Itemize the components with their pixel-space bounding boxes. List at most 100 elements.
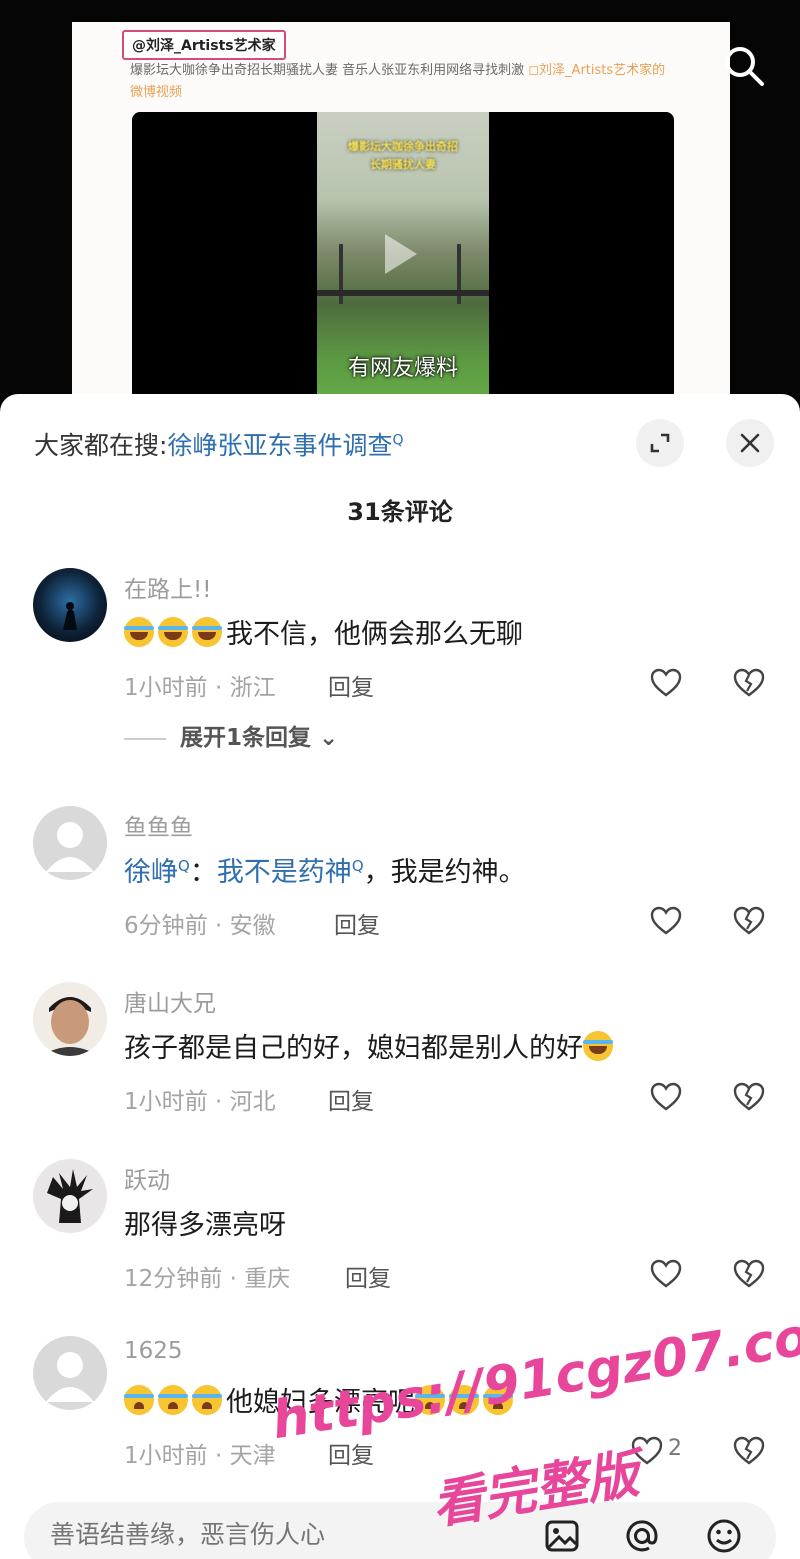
comment-text: 徐峥Q：我不是药神Q，我是约神。 — [124, 850, 526, 889]
search-icon — [725, 47, 764, 86]
comment-body: 我不信，他俩会那么无聊 — [226, 619, 523, 650]
reply-button[interactable]: 回复 — [334, 906, 380, 940]
crying-emoji — [449, 1385, 479, 1415]
heart-icon — [650, 906, 682, 935]
comment-text: 孩子都是自己的好，媳妇都是别人的好 — [124, 1026, 617, 1065]
trending-search-keyword[interactable]: 徐峥张亚东事件调查 — [167, 431, 392, 460]
video-player[interactable]: @刘泽_Artists艺术家 爆影坛大咖徐争出奇招长期骚扰人妻 音乐人张亚东利用… — [0, 0, 800, 420]
heart-icon — [650, 1082, 682, 1111]
default-avatar-icon — [46, 822, 94, 872]
crying-emoji — [192, 1385, 222, 1415]
comment-body: ，我是约神。 — [363, 857, 526, 888]
search-icon: Q — [351, 857, 364, 875]
comment-meta: 6分钟前 · 安徽 — [124, 913, 276, 939]
avatar[interactable] — [33, 982, 107, 1056]
laugh-cry-emoji — [124, 617, 154, 647]
thumbnail-title: 爆影坛大咖徐争出奇招长期骚扰人妻 — [348, 140, 458, 171]
comment-text: 那得多漂亮呀 — [124, 1210, 286, 1241]
broken-heart-icon — [733, 1082, 765, 1111]
avatar-photo — [41, 997, 99, 1056]
heart-icon — [650, 668, 682, 697]
avatar[interactable] — [33, 1159, 107, 1233]
comment-username[interactable]: 鱼鱼鱼 — [124, 808, 193, 842]
comment-username[interactable]: 跃动 — [124, 1161, 170, 1195]
like-button[interactable] — [649, 1257, 683, 1291]
keyword-link[interactable]: 徐峥 — [124, 857, 178, 888]
reply-button[interactable]: 回复 — [345, 1259, 391, 1293]
like-count: 2 — [668, 1436, 682, 1461]
broken-heart-icon — [733, 668, 765, 697]
play-icon[interactable] — [385, 234, 417, 274]
dislike-button[interactable] — [732, 1434, 766, 1468]
author-tag: @刘泽_Artists艺术家 — [122, 30, 286, 60]
comment-meta: 1小时前 · 河北 — [124, 1089, 276, 1115]
expand-replies-button[interactable]: 展开1条回复 ⌄ — [124, 718, 338, 752]
video-subtitle: 有网友爆料 — [347, 356, 458, 381]
expand-icon — [650, 433, 670, 453]
crying-emoji — [415, 1385, 445, 1415]
crying-emoji — [158, 1385, 188, 1415]
like-button[interactable] — [649, 904, 683, 938]
dislike-button[interactable] — [732, 1257, 766, 1291]
avatar-silhouette — [63, 602, 77, 630]
heart-icon — [650, 1259, 682, 1288]
mention-button[interactable] — [622, 1516, 662, 1556]
image-icon — [545, 1520, 579, 1552]
post-body: 爆影坛大咖徐争出奇招长期骚扰人妻 音乐人张亚东利用网络寻找刺激 — [130, 63, 529, 78]
chevron-down-icon: ⌄ — [319, 725, 339, 751]
avatar-photo — [33, 1159, 107, 1233]
avatar[interactable] — [33, 806, 107, 880]
post-text: 爆影坛大咖徐争出奇招长期骚扰人妻 音乐人张亚东利用网络寻找刺激 ◻刘泽_Arti… — [130, 60, 678, 104]
expand-button[interactable] — [636, 419, 684, 467]
thumbnail-railing — [317, 290, 489, 296]
embedded-video[interactable]: 爆影坛大咖徐争出奇招长期骚扰人妻 有网友爆料 — [132, 112, 674, 420]
smiley-icon — [707, 1519, 741, 1553]
comment-meta: 12分钟前 · 重庆 — [124, 1266, 291, 1292]
comment-text: 他媳妇多漂亮呢 — [124, 1380, 517, 1419]
broken-heart-icon — [733, 906, 765, 935]
comment-username[interactable]: 1625 — [124, 1338, 183, 1364]
expand-replies-label: 展开1条回复 — [180, 725, 312, 751]
comment-input[interactable] — [50, 1520, 510, 1549]
post-screenshot: @刘泽_Artists艺术家 爆影坛大咖徐争出奇招长期骚扰人妻 音乐人张亚东利用… — [72, 22, 730, 420]
image-button[interactable] — [542, 1516, 582, 1556]
laugh-cry-emoji — [583, 1031, 613, 1061]
trending-search[interactable]: 大家都在搜:徐峥张亚东事件调查Q — [34, 426, 403, 462]
trending-search-label: 大家都在搜: — [34, 431, 168, 460]
like-button[interactable] — [649, 666, 683, 700]
at-icon — [626, 1520, 658, 1552]
search-icon: Q — [392, 432, 404, 449]
comment-username[interactable]: 在路上!! — [124, 570, 211, 604]
comment-count: 31条评论 — [347, 498, 453, 526]
avatar[interactable] — [33, 568, 107, 642]
comment-meta: 1小时前 · 浙江 — [124, 675, 276, 701]
like-button[interactable] — [630, 1434, 664, 1468]
search-button[interactable] — [722, 44, 766, 88]
broken-heart-icon — [733, 1436, 765, 1465]
reply-button[interactable]: 回复 — [328, 668, 374, 702]
heart-icon — [631, 1436, 663, 1465]
comment-input-bar — [24, 1502, 776, 1559]
crying-emoji — [124, 1385, 154, 1415]
crying-emoji — [483, 1385, 513, 1415]
comment-panel: 大家都在搜:徐峥张亚东事件调查Q 31条评论 在路上!! 我不信，他俩会那么无聊… — [0, 394, 800, 1559]
avatar[interactable] — [33, 1336, 107, 1410]
dislike-button[interactable] — [732, 904, 766, 938]
emoji-button[interactable] — [704, 1516, 744, 1556]
reply-button[interactable]: 回复 — [328, 1082, 374, 1116]
reply-button[interactable]: 回复 — [328, 1436, 374, 1470]
divider-line — [124, 737, 166, 740]
comment-body: 孩子都是自己的好，媳妇都是别人的好 — [124, 1033, 583, 1064]
comment-meta: 1小时前 · 天津 — [124, 1443, 276, 1469]
dislike-button[interactable] — [732, 1080, 766, 1114]
dislike-button[interactable] — [732, 666, 766, 700]
close-button[interactable] — [726, 419, 774, 467]
comment-separator: ： — [189, 857, 217, 888]
default-avatar-icon — [46, 1352, 94, 1402]
search-icon: Q — [178, 857, 190, 875]
like-button[interactable] — [649, 1080, 683, 1114]
laugh-cry-emoji — [192, 617, 222, 647]
comment-username[interactable]: 唐山大兄 — [124, 984, 216, 1018]
laugh-cry-emoji — [158, 617, 188, 647]
keyword-link[interactable]: 我不是药神 — [217, 857, 352, 888]
